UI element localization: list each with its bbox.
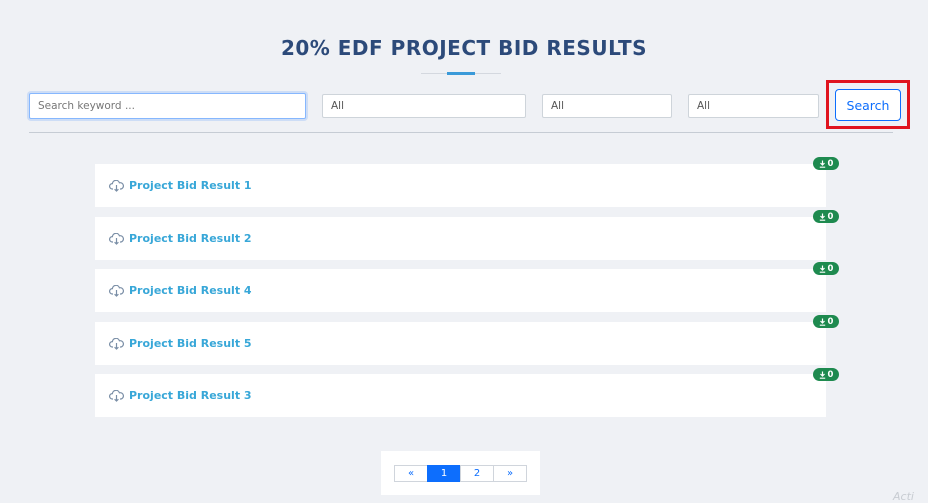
download-count-badge: 0 [813, 368, 839, 381]
filter-select-2[interactable]: All [542, 94, 672, 118]
cloud-download-icon [109, 179, 124, 192]
result-link[interactable]: Project Bid Result 1 [129, 179, 252, 192]
download-icon [819, 265, 826, 273]
download-count: 0 [827, 316, 834, 327]
page-title: 20% EDF PROJECT BID RESULTS [280, 36, 648, 60]
cloud-download-icon [109, 389, 124, 402]
result-item[interactable]: Project Bid Result 2 [95, 217, 826, 260]
cloud-download-icon [109, 232, 124, 245]
download-count: 0 [827, 158, 834, 169]
result-item[interactable]: Project Bid Result 1 [95, 164, 826, 207]
title-accent-bar [447, 72, 475, 75]
download-count-badge: 0 [813, 262, 839, 275]
download-icon [819, 371, 826, 379]
download-count-badge: 0 [813, 157, 839, 170]
filter-select-3[interactable]: All [688, 94, 819, 118]
download-count: 0 [827, 369, 834, 380]
download-icon [819, 160, 826, 168]
pagination-prev[interactable]: « [394, 465, 428, 482]
result-link[interactable]: Project Bid Result 5 [129, 337, 252, 350]
pagination-next[interactable]: » [493, 465, 527, 482]
result-link[interactable]: Project Bid Result 2 [129, 232, 252, 245]
result-link[interactable]: Project Bid Result 4 [129, 284, 252, 297]
search-input[interactable] [29, 93, 306, 119]
download-count: 0 [827, 263, 834, 274]
result-item[interactable]: Project Bid Result 4 [95, 269, 826, 312]
filter-divider [29, 132, 893, 133]
download-count: 0 [827, 211, 834, 222]
filter-select-1[interactable]: All [322, 94, 526, 118]
download-count-badge: 0 [813, 210, 839, 223]
cloud-download-icon [109, 284, 124, 297]
pagination-page-2[interactable]: 2 [460, 465, 494, 482]
result-link[interactable]: Project Bid Result 3 [129, 389, 252, 402]
download-count-badge: 0 [813, 315, 839, 328]
activation-watermark: Acti [893, 490, 914, 503]
search-button-highlight [826, 80, 910, 129]
pagination: « 1 2 » [394, 465, 527, 482]
download-icon [819, 318, 826, 326]
pagination-page-1[interactable]: 1 [427, 465, 461, 482]
result-item[interactable]: Project Bid Result 3 [95, 374, 826, 417]
download-icon [819, 213, 826, 221]
cloud-download-icon [109, 337, 124, 350]
result-item[interactable]: Project Bid Result 5 [95, 322, 826, 365]
